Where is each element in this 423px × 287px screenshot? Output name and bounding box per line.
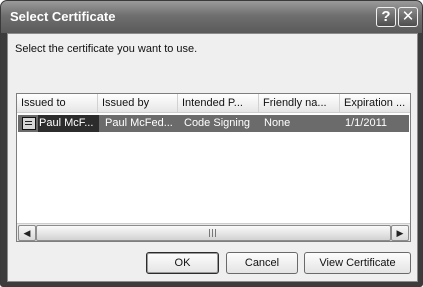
title-bar[interactable]: Select Certificate ? ✕	[1, 1, 422, 33]
select-certificate-dialog: Select Certificate ? ✕ Select the certif…	[0, 0, 423, 287]
column-issued-to[interactable]: Issued to	[17, 94, 98, 112]
view-certificate-button[interactable]: View Certificate	[304, 252, 411, 274]
certificate-icon	[22, 117, 36, 130]
grip-icon	[209, 229, 217, 237]
certificate-row[interactable]: Paul McF... Paul McFed... Code Signing N…	[18, 115, 409, 132]
help-icon: ?	[381, 8, 391, 25]
column-issued-by[interactable]: Issued by	[98, 94, 178, 112]
prompt-text: Select the certificate you want to use.	[15, 43, 198, 55]
column-expiration[interactable]: Expiration ...	[340, 94, 410, 112]
ok-button[interactable]: OK	[146, 252, 219, 274]
scroll-right-button[interactable]: ▶	[391, 225, 409, 241]
cell-expiration: 1/1/2011	[345, 117, 388, 129]
scroll-left-button[interactable]: ◀	[18, 225, 36, 241]
arrow-right-icon: ▶	[396, 228, 404, 238]
cell-friendly-name: None	[264, 117, 291, 129]
window-title: Select Certificate	[10, 9, 116, 24]
certificate-list[interactable]: Issued to Issued by Intended P... Friend…	[16, 93, 411, 242]
cancel-button[interactable]: Cancel	[226, 252, 298, 274]
column-friendly-name[interactable]: Friendly na...	[259, 94, 340, 112]
arrow-left-icon: ◀	[23, 228, 31, 238]
cell-intended-purposes: Code Signing	[184, 117, 251, 129]
scroll-thumb[interactable]	[36, 225, 391, 241]
dialog-body: Select the certificate you want to use. …	[7, 33, 418, 282]
horizontal-scrollbar[interactable]: ◀ ▶	[17, 223, 410, 241]
close-icon: ✕	[401, 8, 415, 25]
cell-issued-by: Paul McFed...	[105, 117, 173, 129]
help-button[interactable]: ?	[376, 7, 396, 27]
close-button[interactable]: ✕	[398, 7, 418, 27]
column-intended-purposes[interactable]: Intended P...	[178, 94, 259, 112]
cell-issued-to: Paul McF...	[38, 115, 99, 132]
list-header: Issued to Issued by Intended P... Friend…	[17, 94, 410, 113]
